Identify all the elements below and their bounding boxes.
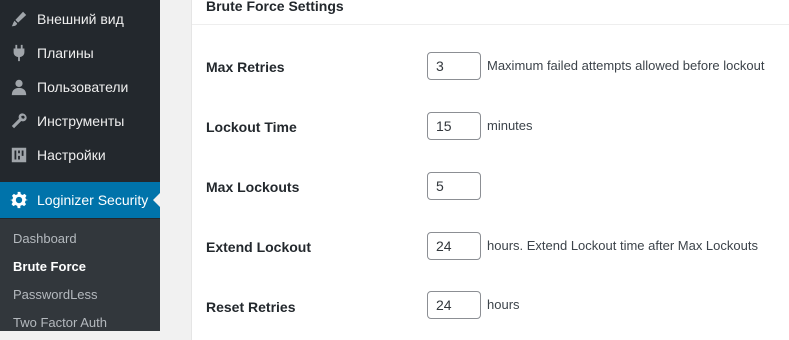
max-lockouts-input[interactable] [427,172,481,200]
menu-item-tools[interactable]: Инструменты [0,104,160,138]
extend-lockout-hint: hours. Extend Lockout time after Max Loc… [487,238,758,253]
current-menu-arrow [153,192,160,208]
submenu-item-passwordless[interactable]: PasswordLess [13,287,98,302]
menu-item-label: Настройки [37,147,106,163]
submenu-item-two-factor-auth[interactable]: Two Factor Auth [13,315,107,330]
reset-retries-hint: hours [487,297,520,312]
lockout-time-hint: minutes [487,118,533,133]
reset-retries-input[interactable] [427,291,481,319]
extend-lockout-input[interactable] [427,232,481,260]
user-icon [8,77,30,97]
wrench-icon [8,111,30,131]
brute-force-settings-panel: Brute Force Settings Max Retries Maximum… [191,0,789,340]
max-retries-label: Max Retries [206,59,285,75]
menu-item-appearance[interactable]: Внешний вид [0,2,160,36]
menu-item-label: Внешний вид [37,11,124,27]
plugin-icon [8,43,30,63]
menu-item-label: Loginizer Security [37,192,149,208]
menu-item-label: Инструменты [37,113,125,129]
panel-header: Brute Force Settings [192,0,789,25]
max-retries-hint: Maximum failed attempts allowed before l… [487,58,765,73]
max-retries-input[interactable] [427,52,481,80]
paintbrush-icon [8,9,30,29]
loginizer-submenu: Dashboard Brute Force PasswordLess Two F… [0,219,160,331]
menu-item-label: Пользователи [37,79,129,95]
panel-title: Brute Force Settings [206,0,344,14]
menu-item-users[interactable]: Пользователи [0,70,160,104]
admin-sidebar: Внешний вид Плагины Пользователи Инструм… [0,0,160,331]
lockout-time-label: Lockout Time [206,119,297,135]
menu-item-settings[interactable]: Настройки [0,138,160,172]
lockout-time-input[interactable] [427,112,481,140]
submenu-item-brute-force[interactable]: Brute Force [13,259,86,274]
reset-retries-label: Reset Retries [206,299,296,315]
menu-item-loginizer-security[interactable]: Loginizer Security [0,182,160,218]
extend-lockout-label: Extend Lockout [206,239,312,255]
submenu-item-dashboard[interactable]: Dashboard [13,231,77,246]
max-lockouts-label: Max Lockouts [206,179,300,195]
settings-sliders-icon [8,145,30,165]
menu-item-plugins[interactable]: Плагины [0,36,160,70]
menu-item-label: Плагины [37,45,94,61]
gear-icon [8,190,30,210]
